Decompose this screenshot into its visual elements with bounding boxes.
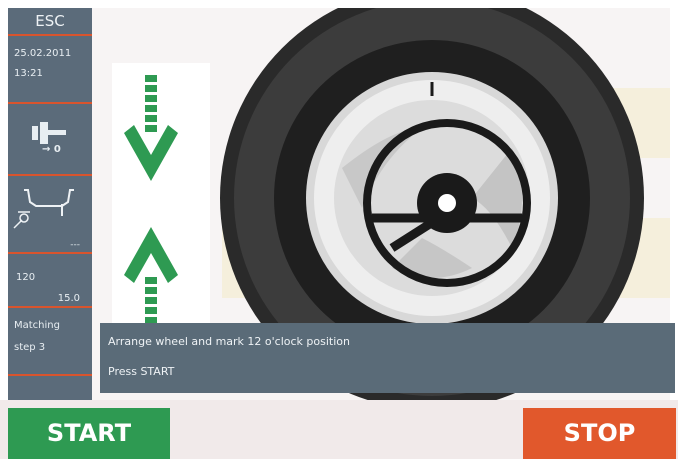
sidebar-separator <box>8 34 92 36</box>
sidebar-separator <box>8 102 92 104</box>
weight-offset-icon[interactable]: → 0 <box>28 114 78 160</box>
rim-value-2: 15.0 <box>57 293 80 304</box>
placeholder-dashes: --- <box>70 240 80 250</box>
mode-label: Matching <box>14 320 60 331</box>
sidebar-separator <box>8 252 92 254</box>
rim-value-1: 120 <box>16 272 36 283</box>
sidebar-separator <box>8 306 92 308</box>
instruction-box: Arrange wheel and mark 12 o'clock positi… <box>100 323 675 393</box>
start-button[interactable]: START <box>8 408 170 459</box>
date-display: 25.02.2011 <box>14 48 72 59</box>
sidebar-separator <box>8 374 92 376</box>
instruction-text: Arrange wheel and mark 12 o'clock positi… <box>108 335 350 348</box>
esc-button[interactable]: ESC <box>8 8 92 34</box>
instruction-prompt: Press START <box>108 365 175 378</box>
stop-button[interactable]: STOP <box>523 408 676 459</box>
offset-value: → 0 <box>42 144 61 155</box>
step-label: step 3 <box>14 342 46 353</box>
sidebar-separator <box>8 174 92 176</box>
rim-profile-icon[interactable] <box>10 182 90 234</box>
sidebar: ESC 25.02.2011 13:21 → 0 --- 120 15.0 Ma… <box>8 8 92 400</box>
time-display: 13:21 <box>14 68 43 79</box>
